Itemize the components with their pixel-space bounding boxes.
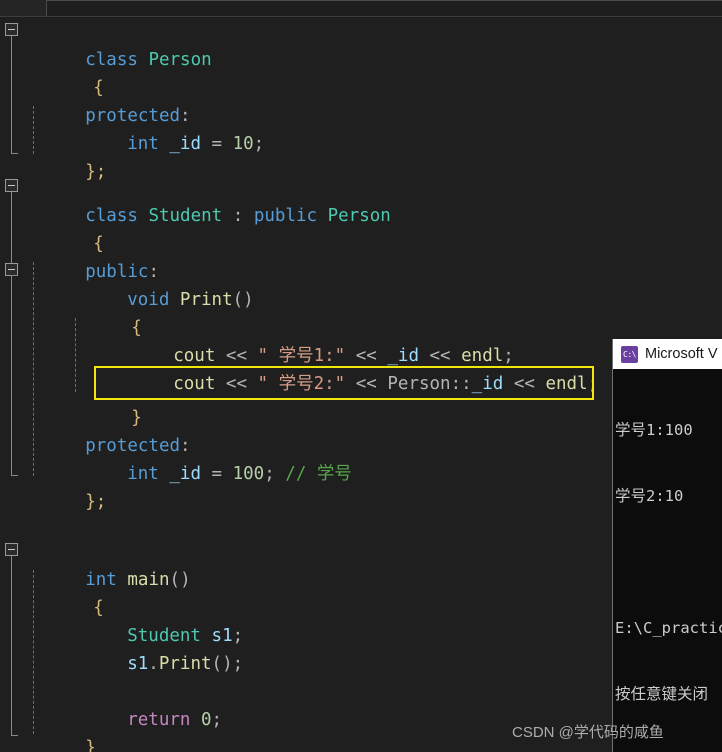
- console-title-bar[interactable]: C:\ Microsoft V: [613, 339, 722, 369]
- token-operator: =: [200, 134, 233, 154]
- token-variable: _id: [169, 464, 201, 484]
- token-keyword: public: [253, 206, 318, 226]
- token-parens: (): [169, 570, 191, 590]
- csdn-watermark: CSDN @学代码的咸鱼: [512, 724, 664, 741]
- console-output-line: 学号1:100: [615, 421, 693, 439]
- token-operator: :: [222, 206, 254, 226]
- editor-toolbar-strip: [0, 0, 722, 17]
- console-output-blank: [615, 551, 722, 573]
- token-comment: // 学号: [285, 464, 352, 484]
- token-operator: .: [148, 654, 159, 674]
- console-output-line: 学号2:10: [615, 487, 684, 505]
- token-keyword: int: [127, 464, 159, 484]
- token-brace: }: [85, 738, 96, 752]
- token-return-keyword: return: [127, 710, 191, 730]
- fold-toggle-main[interactable]: [5, 543, 18, 556]
- fold-toggle-class-student[interactable]: [5, 179, 18, 192]
- token-variable: _id: [169, 134, 201, 154]
- token-variable: s1: [127, 654, 149, 674]
- console-output-line: 按任意键关闭: [615, 685, 709, 703]
- token-parens: (): [232, 290, 254, 310]
- console-icon-glyph: C:\: [623, 349, 636, 359]
- token-operator: ;: [264, 464, 275, 484]
- token-function: Print: [158, 654, 212, 674]
- fold-bracket-main: [11, 556, 18, 736]
- token-brace: };: [85, 492, 107, 512]
- command-prompt-icon: C:\: [621, 345, 638, 363]
- token-type: Person: [327, 206, 391, 226]
- screenshot-root: class Person { protected: int _id = 10; …: [0, 0, 722, 752]
- token-number: 10: [232, 134, 254, 154]
- console-output-line: E:\C_practic: [615, 619, 722, 637]
- console-output: 学号1:100 学号2:10 E:\C_practic 按任意键关闭: [613, 369, 722, 749]
- token-number: 0: [200, 710, 212, 730]
- token-type: Person: [148, 50, 212, 70]
- token-operator: ;: [232, 654, 244, 674]
- fold-bracket-person: [11, 36, 18, 154]
- token-operator: ;: [253, 134, 265, 154]
- fold-toggle-class-person[interactable]: [5, 23, 18, 36]
- token-function: main: [127, 570, 170, 590]
- console-title-text: Microsoft V: [645, 346, 718, 362]
- console-window[interactable]: C:\ Microsoft V 学号1:100 学号2:10 E:\C_prac…: [612, 339, 722, 752]
- highlight-annotation-box: [94, 366, 594, 400]
- editor-toolbar-inner: [46, 0, 722, 16]
- token-function: Print: [179, 290, 233, 310]
- token-operator: =: [200, 464, 233, 484]
- token-keyword: int: [127, 134, 159, 154]
- token-parens: (): [211, 654, 233, 674]
- token-number: 100: [232, 464, 265, 484]
- token-operator: ;: [211, 710, 223, 730]
- token-type: Student: [148, 206, 223, 226]
- fold-bracket-student: [11, 192, 18, 476]
